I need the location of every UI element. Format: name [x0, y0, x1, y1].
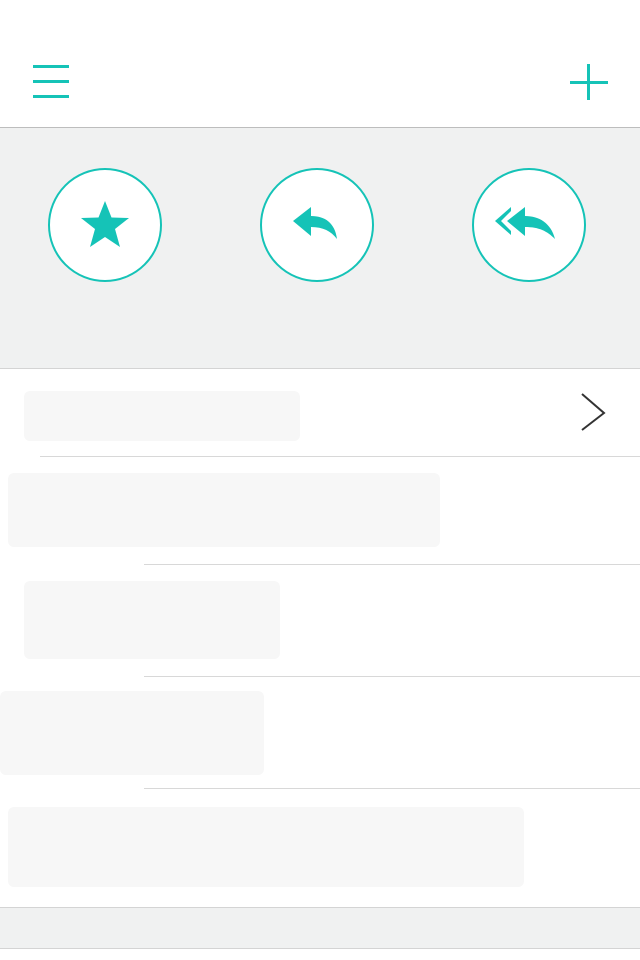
- list-item[interactable]: [0, 369, 640, 456]
- reply-all-button[interactable]: [472, 168, 586, 282]
- actions-panel: [0, 128, 640, 369]
- hamburger-menu-icon: [33, 65, 69, 98]
- list-item-placeholder: [8, 807, 524, 887]
- reply-icon: [293, 207, 337, 239]
- add-button[interactable]: [568, 62, 608, 102]
- star-icon: [81, 201, 129, 247]
- list-item-placeholder: [0, 691, 264, 775]
- list-item-placeholder: [8, 473, 440, 547]
- list-item[interactable]: [0, 677, 640, 788]
- screen: [0, 0, 640, 960]
- menu-button[interactable]: [30, 62, 70, 102]
- chevron-right-icon[interactable]: [578, 392, 608, 432]
- list-item[interactable]: [0, 457, 640, 564]
- plus-icon: [570, 64, 608, 100]
- list-item-placeholder: [24, 581, 280, 659]
- reply-button[interactable]: [260, 168, 374, 282]
- list-item-placeholder: [24, 391, 300, 441]
- top-bar: [0, 0, 640, 128]
- list-item[interactable]: [0, 789, 640, 907]
- reply-all-icon: [495, 207, 555, 239]
- footer-band: [0, 907, 640, 949]
- list-item[interactable]: [0, 565, 640, 676]
- star-button[interactable]: [48, 168, 162, 282]
